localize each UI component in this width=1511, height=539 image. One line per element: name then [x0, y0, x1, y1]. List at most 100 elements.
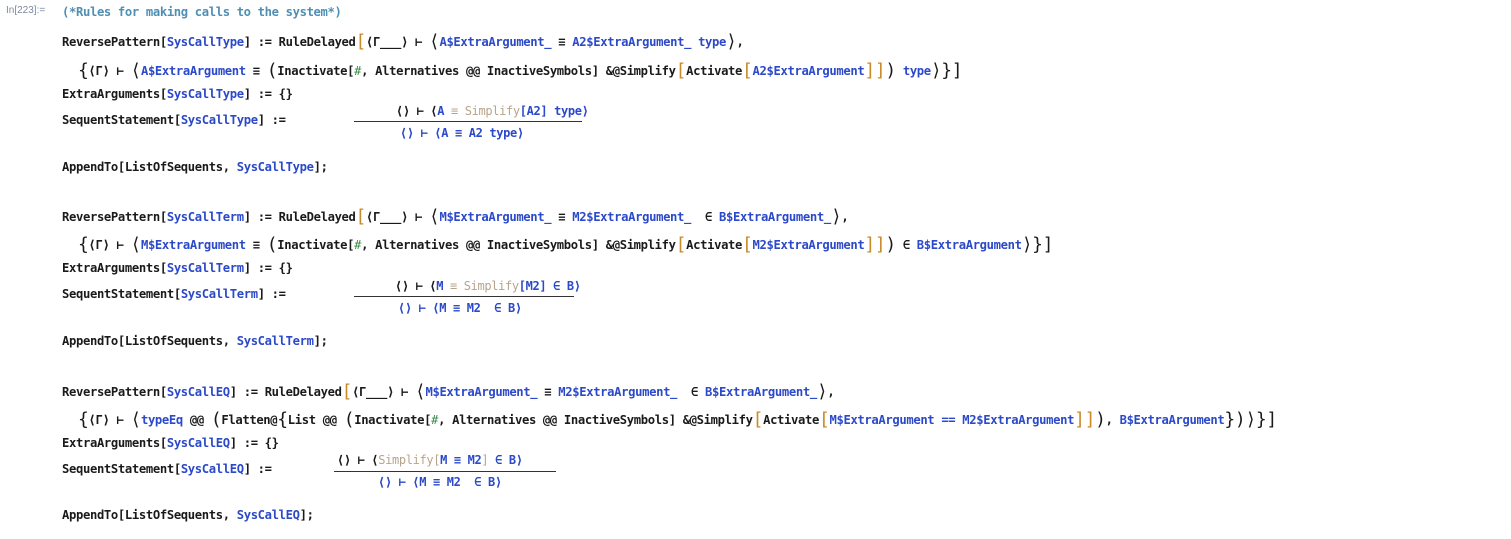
list: ListOfSequents: [124, 334, 223, 348]
extra-arguments-eq: ExtraArguments[SysCallEQ] := {}: [62, 436, 279, 450]
simplify: &@Simplify: [682, 413, 753, 427]
assign: :=: [257, 35, 272, 49]
pattern-a: A$ExtraArgument_: [439, 35, 552, 49]
simplify: Simplify: [463, 279, 519, 293]
activate-op: ==: [941, 413, 956, 427]
var: M: [436, 279, 444, 293]
slot: #: [354, 64, 362, 78]
pattern-a: M$ExtraArgument_: [425, 385, 538, 399]
flatten: Flatten@: [221, 413, 278, 427]
rhs-gamma: ⟨Γ⟩ ⊢: [88, 238, 124, 252]
simplify: &@Simplify: [605, 238, 676, 252]
reverse-pattern-eq: ReversePattern[SysCallEQ] := RuleDelayed…: [62, 381, 835, 402]
list: List @@: [287, 413, 337, 427]
pattern-c: B$ExtraArgument_: [719, 210, 831, 224]
sequent-statement-type: SequentStatement[SysCallType] :=: [62, 113, 286, 127]
gamma-pattern: ⟨Γ___⟩ ⊢: [366, 35, 422, 49]
gamma-pattern: ⟨Γ___⟩ ⊢: [366, 210, 422, 224]
arg: SysCallEQ: [166, 385, 230, 399]
head: AppendTo: [62, 508, 118, 522]
value: := {}: [257, 261, 293, 275]
pattern-a: M$ExtraArgument_: [439, 210, 552, 224]
equiv: ≡: [558, 35, 566, 49]
post: ∈ B⟩: [553, 279, 581, 293]
assign: :=: [243, 385, 258, 399]
list: ListOfSequents: [124, 508, 223, 522]
fraction-bar: [354, 121, 582, 122]
activate-arg-a: M$ExtraArgument: [829, 413, 935, 427]
var: A: [437, 104, 445, 118]
arg: SysCallEQ: [180, 462, 244, 476]
rule: RuleDelayed: [264, 385, 342, 399]
head: AppendTo: [62, 160, 118, 174]
head: AppendTo: [62, 334, 118, 348]
alternatives: Alternatives @@ InactiveSymbols: [375, 238, 592, 252]
reverse-pattern-term-rhs: {⟨Γ⟩ ⊢ ⟨M$ExtraArgument ≡ (Inactivate[#,…: [78, 234, 1054, 255]
append-to-eq: AppendTo[ListOfSequents, SysCallEQ];: [62, 508, 314, 522]
reverse-pattern-type-rhs: {⟨Γ⟩ ⊢ ⟨A$ExtraArgument ≡ (Inactivate[#,…: [78, 60, 963, 81]
activate: Activate: [763, 413, 819, 427]
pattern-b: A2$ExtraArgument_: [572, 35, 692, 49]
fraction-bar: [354, 296, 574, 297]
pre: ⟨⟩ ⊢ ⟨: [337, 453, 379, 467]
inactivate: Inactivate: [277, 64, 348, 78]
arg: SysCallEQ: [236, 508, 300, 522]
rule: RuleDelayed: [278, 210, 356, 224]
value: := {}: [243, 436, 279, 450]
post: type⟩: [554, 104, 589, 118]
sequent-numerator: ⟨⟩ ⊢ ⟨Simplify[M ≡ M2] ∈ B⟩: [337, 453, 523, 467]
pattern-b: M2$ExtraArgument_: [558, 385, 678, 399]
rhs-gamma: ⟨Γ⟩ ⊢: [88, 64, 124, 78]
post: ∈ B⟩: [495, 453, 523, 467]
value: := {}: [257, 87, 293, 101]
sequent-statement-eq: SequentStatement[SysCallEQ] :=: [62, 462, 272, 476]
activate-arg: M2$ExtraArgument: [752, 238, 865, 252]
head: ReversePattern: [62, 35, 160, 49]
inner: M ≡ M2: [440, 453, 482, 467]
simplify: &@Simplify: [605, 64, 676, 78]
activate: Activate: [686, 64, 743, 78]
head: ExtraArguments: [62, 436, 160, 450]
type-eq: typeEq: [140, 413, 183, 427]
append-to-type: AppendTo[ListOfSequents, SysCallType];: [62, 160, 328, 174]
rule: RuleDelayed: [278, 35, 356, 49]
sequent-denominator: ⟨⟩ ⊢ ⟨M ≡ M2 ∈ B⟩: [378, 475, 502, 489]
comment: (*Rules for making calls to the system*): [62, 5, 342, 19]
inner: A2: [526, 104, 541, 118]
sequent-statement-term: SequentStatement[SysCallTerm] :=: [62, 287, 286, 301]
arg: SysCallTerm: [236, 334, 314, 348]
reverse-pattern-eq-rhs: {⟨Γ⟩ ⊢ ⟨typeEq @@ (Flatten@{List @@ (Ina…: [78, 409, 1277, 430]
alternatives: Alternatives @@ InactiveSymbols: [452, 413, 669, 427]
simplify: Simplify: [378, 453, 434, 467]
arg: SysCallType: [180, 113, 258, 127]
head: ReversePattern: [62, 385, 160, 399]
rhs-var: M$ExtraArgument: [140, 238, 246, 252]
gamma-pattern: ⟨Γ___⟩ ⊢: [352, 385, 408, 399]
head: ExtraArguments: [62, 87, 160, 101]
reverse-pattern-term: ReversePattern[SysCallTerm] := RuleDelay…: [62, 206, 849, 227]
arg: SysCallType: [236, 160, 314, 174]
sequent-numerator: ⟨⟩ ⊢ ⟨M ≡ Simplify[M2] ∈ B⟩: [395, 279, 581, 293]
sequent-denominator: ⟨⟩ ⊢ ⟨A ≡ A2 type⟩: [400, 126, 524, 140]
rhs-var: A$ExtraArgument: [140, 64, 246, 78]
slot: #: [431, 413, 439, 427]
reverse-pattern-type: ReversePattern[SysCallType] := RuleDelay…: [62, 31, 744, 52]
arg: SysCallTerm: [166, 210, 244, 224]
tail: type: [698, 35, 727, 49]
arg: SysCallTerm: [180, 287, 258, 301]
rhs-tail: type: [902, 64, 931, 78]
activate: Activate: [686, 238, 743, 252]
assign: :=: [257, 210, 272, 224]
alternatives: Alternatives @@ InactiveSymbols: [375, 64, 592, 78]
arg: SysCallType: [166, 87, 244, 101]
pattern-c: B$ExtraArgument_: [705, 385, 817, 399]
activate-arg: A2$ExtraArgument: [752, 64, 865, 78]
elem: ∈: [705, 210, 713, 224]
list: ListOfSequents: [124, 160, 223, 174]
extra-arguments-type: ExtraArguments[SysCallType] := {}: [62, 87, 293, 101]
arg: SysCallEQ: [166, 436, 230, 450]
elem: ∈: [691, 385, 699, 399]
head: SequentStatement: [62, 462, 174, 476]
inactivate: Inactivate: [277, 238, 348, 252]
rhs-tail: B$ExtraArgument: [916, 238, 1022, 252]
